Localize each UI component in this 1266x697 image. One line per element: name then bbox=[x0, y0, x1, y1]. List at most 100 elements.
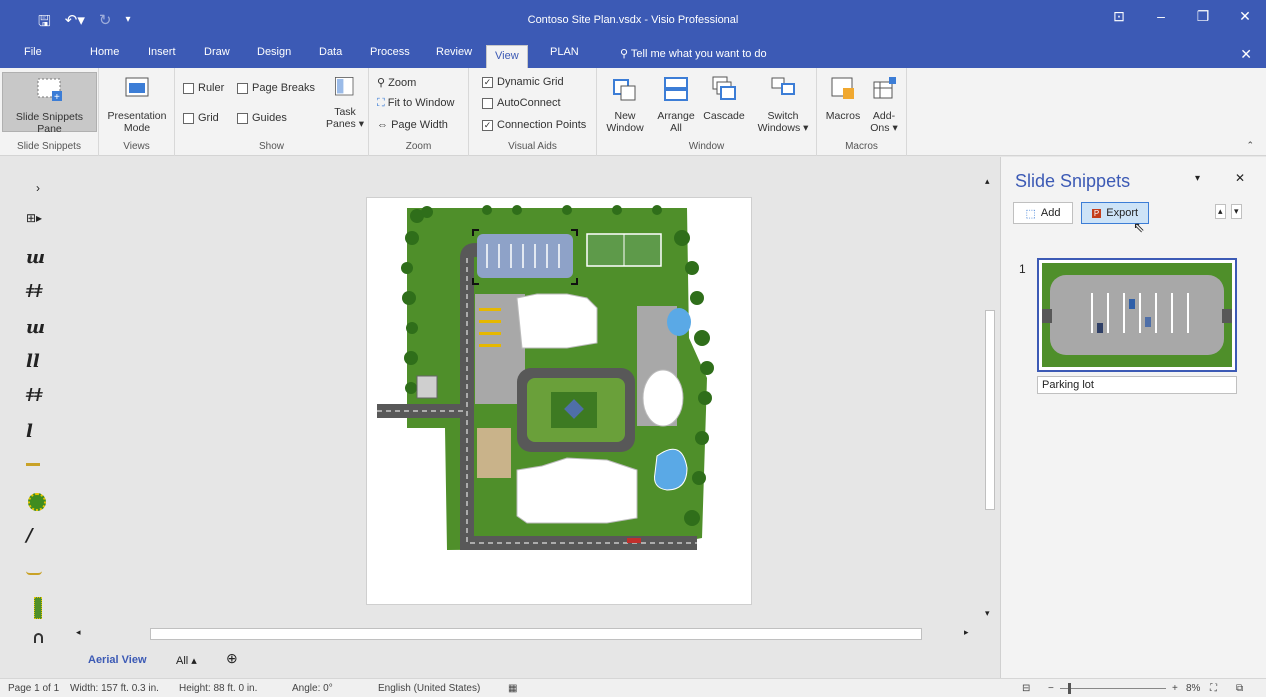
macros-button[interactable]: Macros bbox=[823, 74, 863, 122]
ruler-checkbox[interactable]: Ruler bbox=[183, 82, 224, 94]
status-height: Height: 88 ft. 0 in. bbox=[179, 683, 258, 694]
snippet-caption-field[interactable]: Parking lot bbox=[1037, 376, 1237, 394]
scroll-left-icon[interactable]: ◂ bbox=[76, 627, 81, 638]
dynamic-grid-checkbox[interactable]: ✓ Dynamic Grid bbox=[482, 76, 564, 88]
status-language[interactable]: English (United States) bbox=[378, 683, 480, 694]
switch-windows-status-icon[interactable]: ⧉ bbox=[1236, 683, 1243, 694]
task-panes-button[interactable]: Task Panes ▾ bbox=[325, 74, 365, 130]
tab-aerial-view[interactable]: Aerial View bbox=[88, 654, 147, 666]
close-document-icon[interactable]: ✕ bbox=[1240, 46, 1252, 63]
page-width-icon: ⇔ bbox=[377, 119, 392, 131]
guides-checkbox[interactable]: Guides bbox=[237, 112, 287, 124]
status-width: Width: 157 ft. 0.3 in. bbox=[70, 683, 159, 694]
shape-hedge-row-3[interactable]: ш bbox=[26, 317, 45, 338]
shape-tree[interactable] bbox=[28, 493, 46, 511]
tab-file[interactable]: File bbox=[24, 46, 42, 58]
add-snippet-button[interactable]: ⬚ Add bbox=[1013, 202, 1073, 224]
shape-hedge-row-1[interactable]: ш bbox=[26, 247, 45, 268]
macro-record-icon[interactable]: ▦ bbox=[508, 683, 517, 694]
tab-data[interactable]: Data bbox=[319, 46, 342, 58]
shape-shrub-row[interactable] bbox=[34, 597, 42, 619]
vertical-scroll-thumb[interactable] bbox=[985, 310, 995, 510]
ribbon-display-icon[interactable]: ⊡ bbox=[1098, 8, 1140, 25]
tab-process[interactable]: Process bbox=[370, 46, 410, 58]
all-pages-dropdown[interactable]: All ▴ bbox=[176, 654, 197, 667]
scroll-down-icon[interactable]: ▾ bbox=[985, 608, 990, 619]
stencil-icon[interactable]: ⊞▸ bbox=[26, 211, 42, 225]
tab-home[interactable]: Home bbox=[90, 46, 119, 58]
zoom-level[interactable]: 8% bbox=[1186, 683, 1200, 694]
zoom-in-icon[interactable]: + bbox=[1172, 683, 1178, 694]
fit-to-window-button[interactable]: ⛶ Fit to Window bbox=[377, 97, 454, 110]
shape-hedge-row-6[interactable]: l bbox=[26, 421, 33, 442]
close-icon[interactable]: ✕ bbox=[1224, 8, 1266, 25]
move-down-icon[interactable]: ▾ bbox=[1231, 204, 1242, 219]
tell-me-box[interactable]: ⚲ Tell me what you want to do bbox=[620, 47, 767, 60]
vertical-scrollbar[interactable]: ▴ ▾ bbox=[983, 172, 997, 622]
presentation-mode-icon[interactable]: ⊟ bbox=[1022, 683, 1030, 694]
group-show: Ruler Page Breaks Grid Guides Task Panes… bbox=[175, 68, 369, 156]
tab-plan[interactable]: PLAN bbox=[550, 46, 579, 58]
switch-windows-icon bbox=[771, 77, 795, 95]
tab-draw[interactable]: Draw bbox=[204, 46, 230, 58]
scroll-right-icon[interactable]: ▸ bbox=[964, 627, 969, 638]
arrange-all-button[interactable]: Arrange All bbox=[653, 74, 699, 134]
zoom-slider[interactable] bbox=[1060, 683, 1166, 694]
shape-arc[interactable] bbox=[26, 571, 42, 575]
slide-snippets-pane-button[interactable]: + Slide Snippets Pane bbox=[2, 72, 97, 135]
task-panes-icon bbox=[335, 77, 354, 96]
cascade-icon bbox=[712, 76, 736, 100]
restore-icon[interactable]: ❐ bbox=[1182, 8, 1224, 25]
collapse-ribbon-icon[interactable]: ⌃ bbox=[1246, 140, 1254, 151]
status-page[interactable]: Page 1 of 1 bbox=[8, 683, 59, 694]
drawing-page[interactable] bbox=[366, 197, 752, 605]
panel-close-icon[interactable]: ✕ bbox=[1235, 171, 1245, 185]
page-breaks-checkbox[interactable]: Page Breaks bbox=[237, 82, 315, 94]
zoom-button[interactable]: ⚲ Zoom bbox=[377, 76, 416, 89]
add-snippet-icon: ⬚ bbox=[1025, 207, 1036, 220]
connection-points-checkbox[interactable]: ✓ Connection Points bbox=[482, 119, 586, 131]
zoom-out-icon[interactable]: − bbox=[1048, 683, 1054, 694]
expand-shapes-icon[interactable]: › bbox=[36, 181, 40, 195]
group-macros: Macros Add- Ons ▾ Macros bbox=[817, 68, 907, 156]
ribbon: + Slide Snippets Pane Slide Snippets Pre… bbox=[0, 68, 1266, 156]
group-slide-snippets: + Slide Snippets Pane Slide Snippets bbox=[0, 68, 99, 156]
tab-view[interactable]: View bbox=[486, 45, 528, 68]
add-ons-button[interactable]: Add- Ons ▾ bbox=[865, 74, 903, 134]
drawing-canvas[interactable] bbox=[80, 157, 983, 622]
autoconnect-checkbox[interactable]: AutoConnect bbox=[482, 97, 561, 109]
fit-page-icon[interactable]: ⛶ bbox=[1210, 683, 1217, 694]
shape-curve[interactable]: / bbox=[26, 525, 33, 546]
page-width-button[interactable]: ⇔ Page Width bbox=[377, 119, 448, 131]
tab-design[interactable]: Design bbox=[257, 46, 291, 58]
scroll-up-icon[interactable]: ▴ bbox=[985, 176, 990, 187]
group-window: New Window Arrange All Cascade Switch Wi… bbox=[597, 68, 817, 156]
presentation-icon bbox=[125, 77, 149, 97]
zoom-slider-thumb[interactable] bbox=[1068, 683, 1071, 694]
tab-insert[interactable]: Insert bbox=[148, 46, 176, 58]
new-window-button[interactable]: New Window bbox=[605, 74, 645, 134]
shape-hedge-row-4[interactable]: ll bbox=[26, 351, 40, 372]
snippet-thumbnail[interactable] bbox=[1037, 258, 1237, 372]
panel-options-icon[interactable]: ▾ bbox=[1195, 173, 1200, 184]
group-views: Presentation Mode Views bbox=[99, 68, 175, 156]
status-bar: Page 1 of 1 Width: 157 ft. 0.3 in. Heigh… bbox=[0, 678, 1266, 697]
move-up-icon[interactable]: ▴ bbox=[1215, 204, 1226, 219]
grid-checkbox[interactable]: Grid bbox=[183, 112, 219, 124]
shape-hedge-row-5[interactable]: ǂǂ bbox=[26, 385, 43, 406]
new-window-icon bbox=[613, 79, 636, 101]
minimize-icon[interactable]: – bbox=[1140, 8, 1182, 25]
horizontal-scroll-thumb[interactable] bbox=[150, 628, 922, 640]
tab-review[interactable]: Review bbox=[436, 46, 472, 58]
shape-border-line[interactable] bbox=[26, 463, 40, 466]
panel-title: Slide Snippets bbox=[1015, 171, 1131, 191]
presentation-mode-button[interactable]: Presentation Mode bbox=[103, 74, 171, 134]
cascade-button[interactable]: Cascade bbox=[701, 74, 747, 122]
add-page-icon[interactable]: ⊕ bbox=[226, 650, 238, 667]
shape-hedge-row-2[interactable]: ǂǂ bbox=[26, 281, 43, 302]
arrange-all-icon bbox=[664, 77, 688, 101]
fit-window-icon: ⛶ bbox=[377, 97, 388, 109]
switch-windows-button[interactable]: Switch Windows ▾ bbox=[755, 74, 811, 134]
horizontal-scrollbar[interactable]: ◂ ▸ bbox=[72, 627, 982, 641]
site-plan-drawing[interactable] bbox=[367, 198, 753, 606]
